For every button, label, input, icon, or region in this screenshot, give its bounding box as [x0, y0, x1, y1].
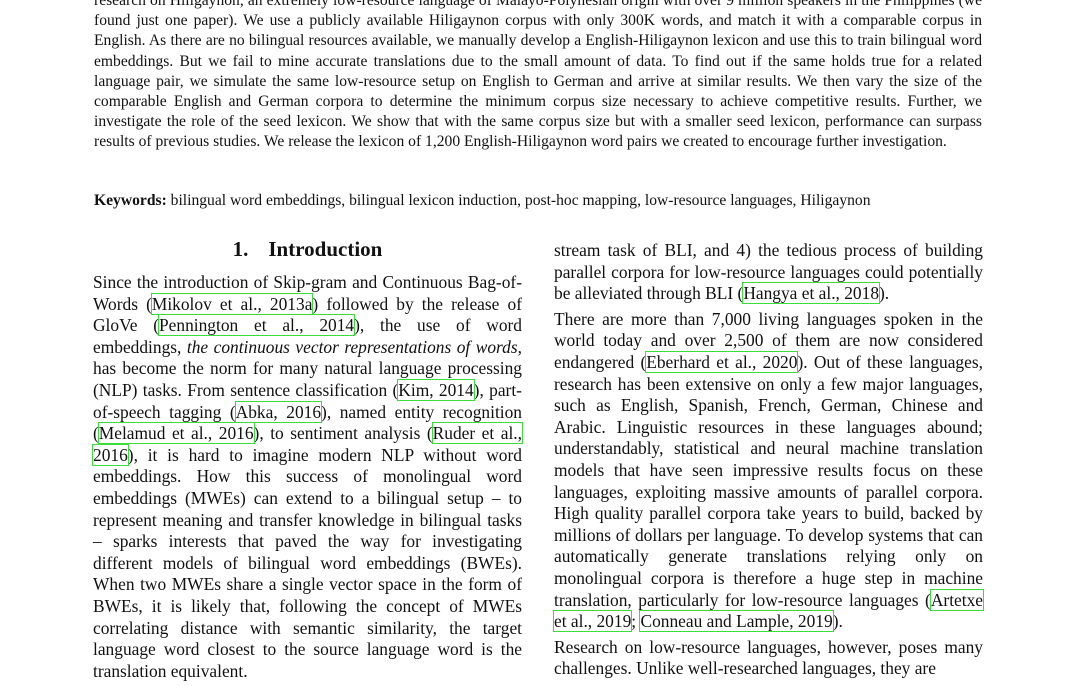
left-column: 1. Introduction Since the introduction of… [92, 236, 523, 686]
section-number: 1. [232, 237, 249, 261]
text-span: ). [879, 283, 890, 304]
keywords-label: Keywords: [94, 192, 167, 209]
citation-abka-2016[interactable]: Abka, 2016 [234, 400, 323, 423]
intro-paragraph-continued: stream task of BLI, and 4) the tedious p… [554, 240, 983, 305]
section-title: Introduction [268, 237, 383, 261]
text-span: ), it is hard to imagine modern NLP with… [93, 444, 522, 681]
keywords-text: bilingual word embeddings, bilingual lex… [166, 192, 871, 209]
text-span: Research on low-resource languages, howe… [554, 636, 983, 679]
section-heading-introduction: 1. Introduction [93, 236, 522, 262]
intro-paragraph-2: There are more than 7,000 living languag… [553, 309, 984, 633]
citation-mikolov-2013a[interactable]: Mikolov et al., 2013a [150, 292, 314, 315]
abstract: research on Hiligaynon, an extremely low… [94, 0, 982, 153]
keywords: Keywords: bilingual word embeddings, bil… [94, 191, 982, 211]
emphasis-text: the continuous vector representations of… [186, 336, 518, 357]
citation-kim-2014[interactable]: Kim, 2014 [397, 378, 475, 401]
citation-melamud-2016[interactable]: Melamud et al., 2016 [97, 422, 255, 445]
intro-paragraph-1: Since the introduction of Skip-gram and … [92, 272, 523, 682]
text-span: ), to sentiment analysis ( [253, 423, 433, 444]
citation-eberhard-2020[interactable]: Eberhard et al., 2020 [645, 350, 799, 373]
citation-pennington-2014[interactable]: Pennington et al., 2014 [157, 314, 356, 337]
citation-hangya-2018[interactable]: Hangya et al., 2018 [742, 282, 881, 305]
abstract-text: research on Hiligaynon, an extremely low… [94, 0, 982, 151]
intro-paragraph-3: Research on low-resource languages, howe… [554, 637, 983, 680]
right-column: stream task of BLI, and 4) the tedious p… [553, 240, 984, 684]
citation-conneau-lample-2019[interactable]: Conneau and Lample, 2019 [639, 610, 834, 633]
text-span: ). Out of these languages, research has … [554, 351, 983, 610]
text-span: ). [832, 611, 843, 632]
